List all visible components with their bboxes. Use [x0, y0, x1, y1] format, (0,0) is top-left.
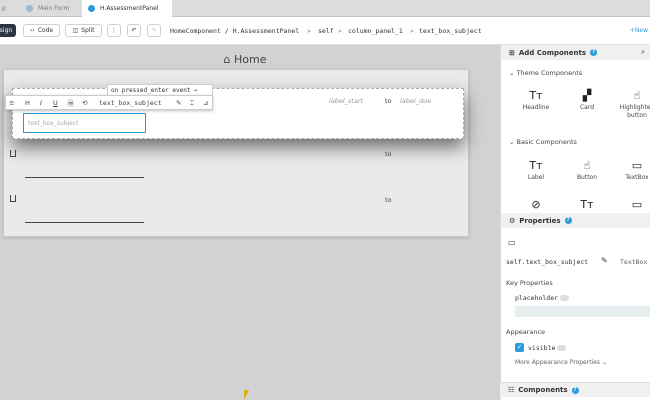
new-link[interactable]: +New — [630, 27, 648, 34]
breadcrumb-separator: > — [307, 27, 311, 35]
component-button[interactable]: ☝ Button — [567, 159, 607, 181]
tab-assessment-panel[interactable]: H.AssessmentPanel — [82, 0, 172, 17]
object-type: TextBox — [620, 258, 648, 266]
text-area-icon: ▭ — [631, 198, 643, 211]
button-icon: ☝ — [583, 159, 591, 172]
plus-box-icon: ⊞ — [509, 48, 515, 57]
component-label[interactable]: Tт Label — [516, 159, 556, 181]
properties-header[interactable]: ⚙ Properties? — [501, 213, 650, 228]
chevron-down-icon: ⌄ — [509, 138, 517, 146]
breadcrumb-separator: > — [410, 27, 414, 35]
sliders-icon: ⚙ — [509, 216, 516, 225]
editor-toolbar: sign ‹› Code ◫ Split ⋮ ↶ ↷ HomeComponent /… — [0, 17, 650, 45]
hand-pointer-icon: ☝ — [633, 89, 641, 102]
label-due[interactable]: label_due — [400, 97, 431, 105]
text-field-underline[interactable] — [25, 222, 144, 223]
form-icon — [88, 5, 95, 12]
edit-icon[interactable]: ✎ — [176, 99, 181, 107]
form-icon — [26, 5, 33, 12]
link-icon[interactable]: ∞ — [67, 99, 75, 107]
floating-format-toolbar: ≡ H I U ∞ ⟲ text_box_subject ✎ ⌶ ⊿ — [5, 95, 213, 110]
breadcrumb-column-panel[interactable]: column_panel_1 — [348, 27, 403, 35]
component-link[interactable]: ⊘ — [516, 198, 556, 212]
undo-button[interactable]: ↶ — [127, 24, 141, 37]
breadcrumb-form[interactable]: HomeComponent / H.AssessmentPanel — [170, 27, 299, 35]
visible-checkbox[interactable]: ✓ — [515, 343, 524, 352]
redo-button[interactable]: ↷ — [147, 24, 161, 37]
more-appearance-link[interactable]: More Appearance Properties ⌄ — [515, 359, 607, 366]
split-icon: ◫ — [72, 27, 79, 34]
help-icon[interactable]: ? — [564, 217, 572, 224]
pencil-icon[interactable]: ✎ — [601, 256, 608, 265]
text-icon: Tт — [580, 198, 594, 211]
to-label[interactable]: to — [385, 97, 392, 105]
component-rich-text[interactable]: Tт — [567, 198, 607, 212]
chevron-down-icon: ⌄ — [600, 359, 607, 366]
refresh-icon[interactable]: ⟲ — [82, 99, 87, 107]
component-card[interactable]: ▞ Card — [567, 89, 607, 111]
help-icon[interactable]: ? — [571, 386, 579, 394]
code-button[interactable]: ‹› Code — [23, 24, 60, 37]
label-icon: Tт — [529, 159, 543, 172]
breadcrumb-separator: > — [338, 27, 342, 35]
triangle-icon[interactable]: ⊿ — [203, 99, 208, 107]
code-icon: ‹› — [29, 27, 35, 34]
link-icon[interactable] — [560, 295, 570, 301]
design-button[interactable]: sign — [0, 24, 16, 37]
placeholder-property-label: placeholder — [515, 294, 570, 302]
object-name[interactable]: self.text_box_subject — [506, 258, 588, 266]
search-icon[interactable]: ⌕ — [641, 48, 645, 57]
heading-icon[interactable]: H — [25, 99, 30, 107]
chevron-down-icon: ⌄ — [509, 69, 517, 77]
label-start[interactable]: label_start — [329, 97, 363, 105]
page-title: ⌂ Home — [223, 53, 267, 66]
text-box-subject[interactable]: text_box_subject — [23, 113, 146, 133]
component-textbox[interactable]: ▭ TextBox — [617, 159, 650, 181]
add-components-header[interactable]: ⊞ Add Components? ⌕ — [501, 45, 650, 60]
textbox-icon: ▭ — [631, 159, 643, 172]
textbox-type-icon: ▭ — [508, 238, 516, 247]
headline-icon: Tт — [529, 89, 543, 102]
theme-components-toggle[interactable]: ⌄ Theme Components — [509, 69, 582, 77]
basic-components-toggle[interactable]: ⌄ Basic Components — [509, 138, 577, 146]
help-icon[interactable]: ? — [590, 49, 598, 56]
component-highlighted-button[interactable]: ☝Highlighted button — [617, 89, 650, 119]
components-icon: ☷ — [508, 386, 515, 394]
visible-property-label: visible — [528, 344, 567, 352]
card-icon: ▞ — [582, 89, 592, 102]
component-name: text_box_subject — [99, 99, 162, 107]
key-properties-heading: Key Properties — [506, 279, 553, 287]
to-label: to — [385, 150, 392, 158]
drag-handle-icon[interactable]: ≡ — [9, 99, 14, 107]
mouse-cursor-icon — [244, 390, 249, 400]
arrow-right-icon: → — [193, 86, 198, 94]
tab-partial[interactable]: p — [0, 0, 18, 17]
link-icon: ⊘ — [531, 198, 541, 211]
tab-bar: p Main Form H.AssessmentPanel — [0, 0, 650, 17]
row-checkbox[interactable] — [10, 195, 16, 202]
underline-icon[interactable]: U — [53, 99, 58, 107]
row-checkbox[interactable] — [10, 150, 16, 157]
placeholder-input[interactable] — [515, 306, 650, 317]
home-icon: ⌂ — [223, 53, 234, 66]
more-options-button[interactable]: ⋮ — [107, 24, 121, 37]
split-button[interactable]: ◫ Split — [65, 24, 102, 37]
text-field-underline[interactable] — [25, 177, 144, 178]
tab-main-form[interactable]: Main Form — [20, 0, 80, 17]
to-label: to — [385, 196, 392, 204]
breadcrumb-text-box[interactable]: text_box_subject — [419, 27, 482, 35]
link-icon[interactable] — [557, 345, 567, 351]
component-headline[interactable]: Tт Headline — [516, 89, 556, 111]
text-cursor-icon[interactable]: ⌶ — [190, 99, 194, 108]
italic-icon[interactable]: I — [40, 99, 42, 107]
component-text-area[interactable]: ▭ — [617, 198, 650, 212]
breadcrumb-self[interactable]: self — [318, 27, 334, 35]
appearance-heading: Appearance — [506, 328, 546, 336]
components-header[interactable]: ☷ Components? — [500, 382, 650, 397]
